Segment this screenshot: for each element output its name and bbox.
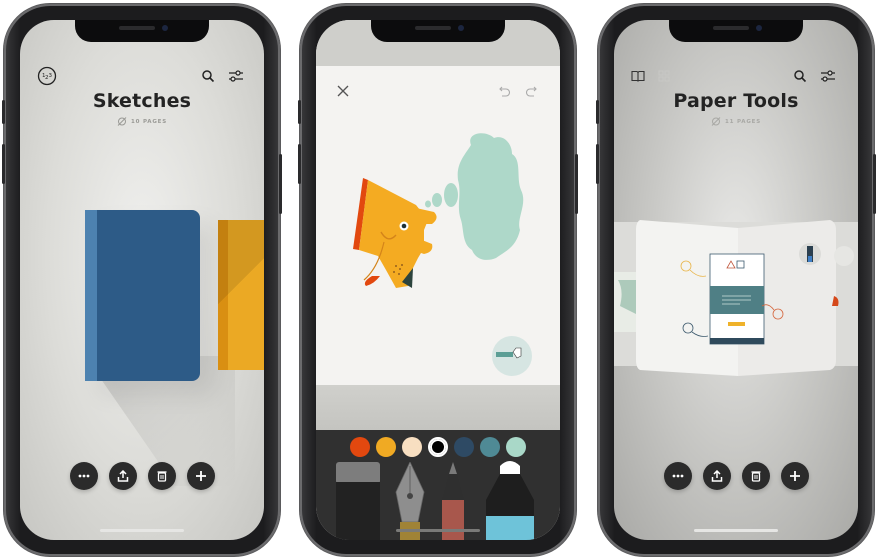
- power-button: [575, 154, 578, 214]
- drawing-canvas[interactable]: [316, 120, 560, 390]
- notebook-spine: [85, 210, 97, 381]
- open-notebook-spread[interactable]: [614, 210, 858, 382]
- thought-bubble-large: [444, 183, 458, 207]
- search-icon: [794, 70, 807, 83]
- numbering-icon: 1 2 3: [37, 66, 57, 86]
- add-button[interactable]: [186, 462, 215, 490]
- phone-frame-paper-tools: Paper Tools 11 PAGES: [596, 4, 876, 556]
- more-button[interactable]: [69, 462, 98, 490]
- color-swatch-amber[interactable]: [376, 437, 396, 457]
- more-icon: [672, 474, 683, 478]
- notch: [669, 20, 803, 42]
- thought-bubble-small: [425, 200, 431, 208]
- share-icon: [711, 470, 722, 482]
- pages-icon: [711, 117, 721, 126]
- notch: [371, 20, 505, 42]
- filter-icon: [821, 70, 835, 82]
- more-button[interactable]: [663, 462, 692, 490]
- filter-button[interactable]: [226, 66, 246, 86]
- wireframe-sketch: [709, 253, 765, 345]
- active-tool-preview[interactable]: [492, 336, 532, 376]
- phone-frame-sketches: 1 2 3 Sketches 10 PAGES: [2, 4, 282, 556]
- thought-bubble-medium: [432, 193, 442, 207]
- share-button[interactable]: [108, 462, 137, 490]
- color-swatch-teal[interactable]: [480, 437, 500, 457]
- volume-up-button: [298, 144, 301, 184]
- page-count: 11 PAGES: [614, 117, 858, 126]
- close-icon: [337, 85, 349, 97]
- notch: [75, 20, 209, 42]
- phone-frame-drawing: [298, 4, 578, 556]
- search-button[interactable]: [198, 66, 218, 86]
- color-palette: [316, 437, 560, 457]
- notebook-title[interactable]: Sketches: [20, 90, 264, 112]
- delete-button[interactable]: [741, 462, 770, 490]
- page-numbering-button[interactable]: 1 2 3: [37, 66, 57, 86]
- page-count-label: 11 PAGES: [725, 118, 761, 125]
- notebook-cover-next[interactable]: [218, 220, 264, 370]
- delete-button[interactable]: [147, 462, 176, 490]
- home-indicator[interactable]: [100, 529, 184, 532]
- redo-icon: [525, 86, 537, 97]
- screen-drawing-canvas: [316, 20, 560, 540]
- power-button: [279, 154, 282, 214]
- eraser-tool[interactable]: [334, 462, 382, 540]
- pages-icon: [117, 117, 127, 126]
- book-view-icon: [631, 70, 645, 82]
- close-button[interactable]: [334, 82, 352, 100]
- screen-library-paper-tools: Paper Tools 11 PAGES: [614, 20, 858, 540]
- add-icon: [195, 471, 206, 481]
- trash-icon: [751, 471, 760, 482]
- svg-text:3: 3: [49, 73, 53, 79]
- action-bar: [20, 462, 264, 490]
- trash-icon: [157, 471, 166, 482]
- color-swatch-black[interactable]: [428, 437, 448, 457]
- share-button[interactable]: [702, 462, 731, 490]
- add-icon: [789, 471, 800, 481]
- search-icon: [202, 70, 215, 83]
- action-bar: [614, 462, 858, 490]
- color-swatch-orange-red[interactable]: [350, 437, 370, 457]
- book-view-button[interactable]: [628, 66, 648, 86]
- mute-switch: [596, 100, 599, 124]
- home-indicator[interactable]: [694, 529, 778, 532]
- add-button[interactable]: [780, 462, 809, 490]
- dog-head-drawing: [353, 178, 437, 288]
- color-swatch-mint[interactable]: [506, 437, 526, 457]
- filter-icon: [229, 70, 243, 82]
- volume-up-button: [596, 144, 599, 184]
- notebook-title[interactable]: Paper Tools: [614, 90, 858, 112]
- more-icon: [78, 474, 89, 478]
- marker-tool[interactable]: [484, 460, 536, 540]
- grid-view-icon: [658, 70, 670, 82]
- screen-library-sketches: 1 2 3 Sketches 10 PAGES: [20, 20, 264, 540]
- mute-switch: [298, 100, 301, 124]
- share-icon: [117, 470, 128, 482]
- search-button[interactable]: [790, 66, 810, 86]
- thought-cloud: [457, 133, 524, 260]
- home-indicator[interactable]: [396, 529, 480, 532]
- redo-button[interactable]: [522, 82, 540, 100]
- page-count-label: 10 PAGES: [131, 118, 167, 125]
- page-count: 10 PAGES: [20, 117, 264, 126]
- undo-button[interactable]: [496, 82, 514, 100]
- notebook-cover-sketches[interactable]: [85, 210, 200, 381]
- color-swatch-cream[interactable]: [402, 437, 422, 457]
- undo-icon: [499, 86, 511, 97]
- grid-view-button[interactable]: [654, 66, 674, 86]
- canvas-margin: [316, 385, 560, 430]
- mute-switch: [2, 100, 5, 124]
- color-swatch-navy[interactable]: [454, 437, 474, 457]
- filter-button[interactable]: [818, 66, 838, 86]
- volume-up-button: [2, 144, 5, 184]
- tool-tray: [316, 430, 560, 540]
- power-button: [873, 154, 876, 214]
